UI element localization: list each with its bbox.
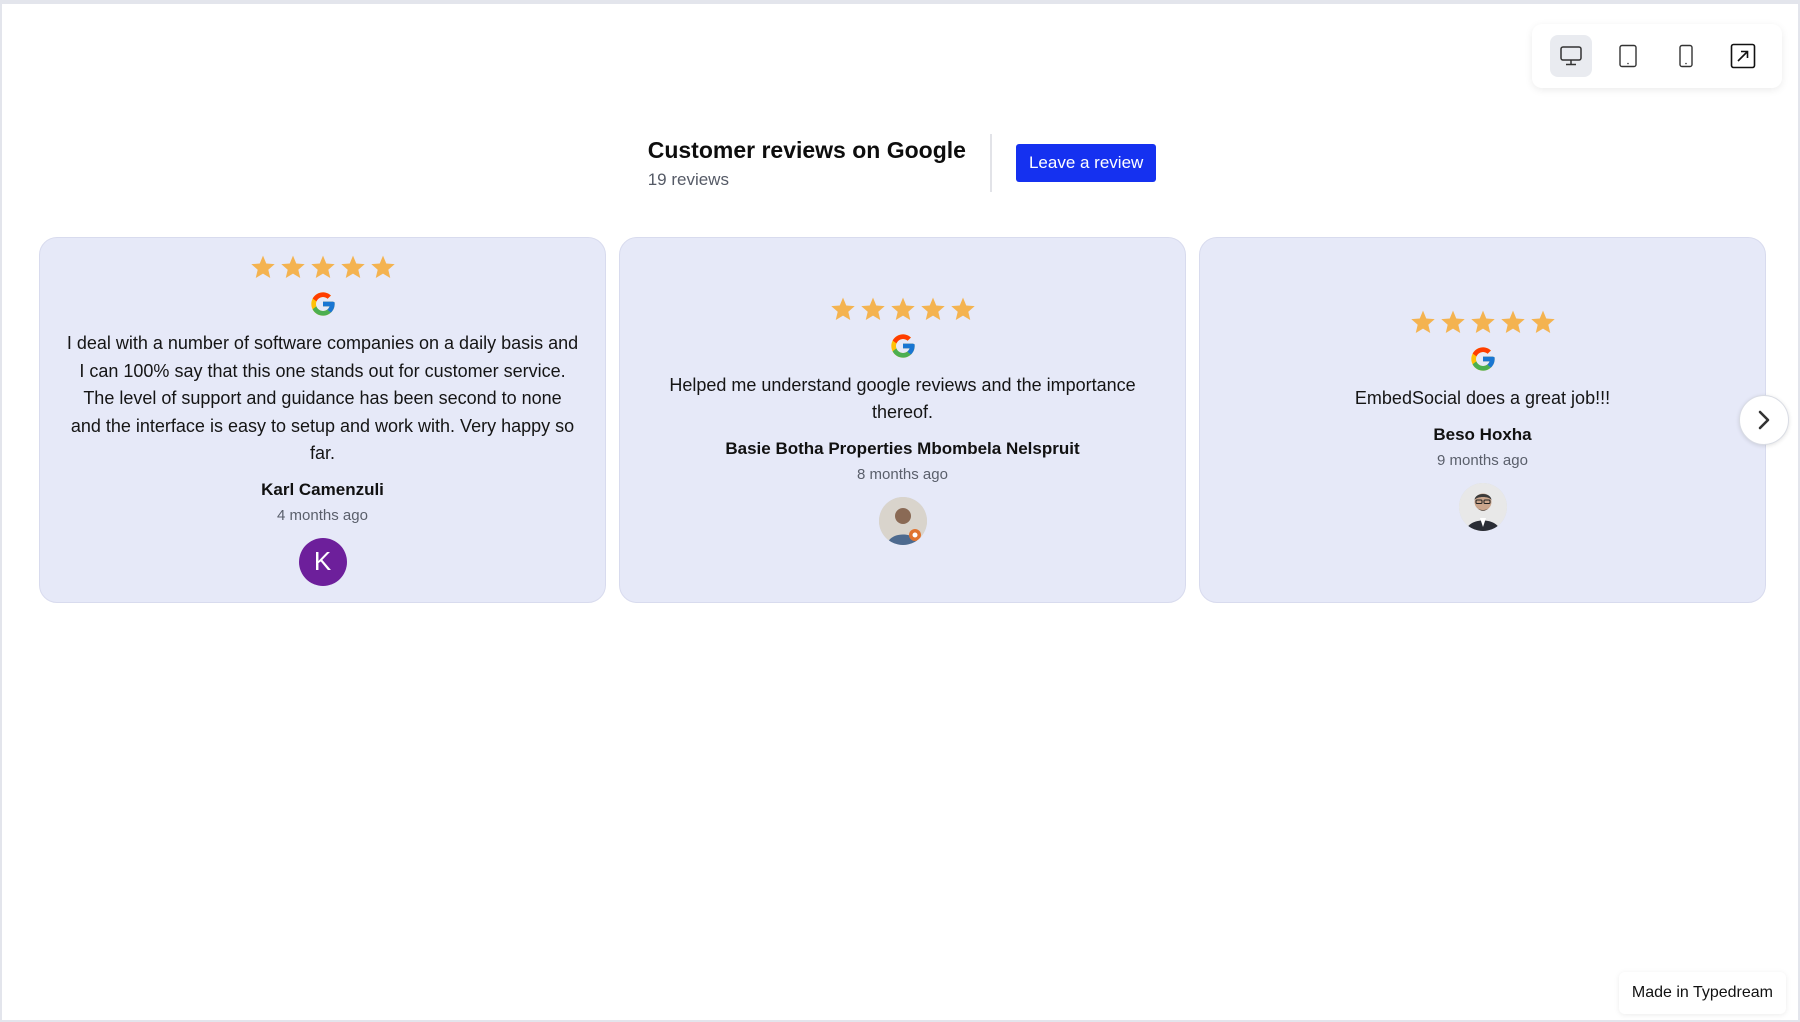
review-author: Basie Botha Properties Mbombela Nelsprui… [725, 438, 1080, 458]
review-card: EmbedSocial does a great job!!! Beso Hox… [1199, 237, 1766, 603]
star-icon [1470, 310, 1495, 334]
user-photo-icon [878, 496, 927, 545]
page-frame: Customer reviews on Google 19 reviews Le… [0, 0, 1800, 1022]
chevron-right-icon [1758, 410, 1770, 430]
review-text: EmbedSocial does a great job!!! [1354, 388, 1611, 409]
review-time: 9 months ago [1437, 451, 1528, 469]
star-icon [280, 255, 305, 279]
desktop-view-button[interactable] [1549, 35, 1592, 77]
review-author: Karl Camenzuli [261, 479, 384, 499]
review-time: 4 months ago [277, 506, 368, 524]
star-icon [1440, 310, 1465, 334]
leave-review-button[interactable]: Leave a review [1015, 144, 1157, 182]
star-icon [1410, 310, 1435, 334]
tablet-icon [1619, 44, 1637, 68]
google-icon [890, 333, 915, 358]
star-rating [830, 296, 976, 322]
device-toolbar [1532, 24, 1782, 88]
star-icon [950, 297, 975, 320]
reviews-summary: Customer reviews on Google 19 reviews [648, 134, 992, 192]
star-icon [310, 255, 335, 279]
user-photo-icon [1458, 482, 1507, 531]
star-icon [830, 297, 855, 320]
mobile-view-button[interactable] [1665, 35, 1707, 77]
carousel-next-button[interactable] [1739, 395, 1789, 445]
star-icon [920, 297, 945, 320]
review-count: 19 reviews [647, 169, 729, 189]
mobile-icon [1679, 44, 1693, 68]
star-icon [890, 297, 915, 320]
review-author: Beso Hoxha [1433, 424, 1532, 444]
made-in-typedream-badge[interactable]: Made in Typedream [1618, 972, 1786, 1014]
review-card: I deal with a number of software compani… [39, 237, 606, 603]
review-text: Helped me understand google reviews and … [669, 374, 1136, 423]
star-icon [370, 255, 395, 279]
page-title: Customer reviews on Google [647, 136, 966, 163]
star-rating [1410, 309, 1556, 335]
star-icon [860, 297, 885, 320]
avatar [1458, 482, 1507, 531]
open-external-icon [1730, 43, 1756, 69]
avatar [878, 496, 927, 545]
avatar: K [298, 537, 347, 586]
google-icon [1470, 347, 1495, 371]
review-card: Helped me understand google reviews and … [619, 237, 1186, 603]
star-icon [1530, 310, 1555, 334]
open-external-button[interactable] [1722, 35, 1764, 77]
star-icon [250, 255, 275, 279]
desktop-icon [1560, 46, 1582, 66]
tablet-view-button[interactable] [1607, 35, 1649, 77]
star-rating [250, 254, 396, 280]
reviews-carousel: I deal with a number of software compani… [39, 237, 1766, 603]
review-time: 8 months ago [857, 465, 948, 483]
star-icon [340, 255, 365, 279]
review-text: I deal with a number of software compani… [66, 333, 579, 464]
google-icon [310, 292, 335, 316]
star-icon [1500, 310, 1525, 334]
reviews-header: Customer reviews on Google 19 reviews Le… [2, 134, 1800, 192]
